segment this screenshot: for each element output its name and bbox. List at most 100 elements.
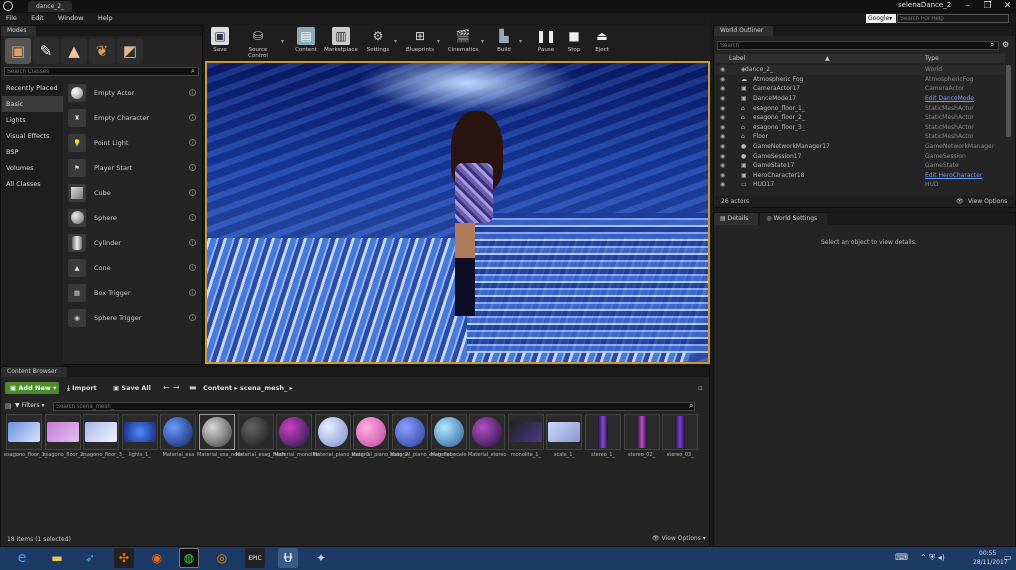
info-icon[interactable]: i: [189, 214, 196, 221]
outliner-row[interactable]: ◉ ⌂ esagono_floor_1_ StaticMeshActor: [715, 103, 1005, 113]
asset-thumbnail[interactable]: [430, 414, 467, 450]
label-column-header[interactable]: Label: [729, 54, 745, 63]
epic-launcher-icon[interactable]: EPIC: [245, 548, 265, 568]
category-all-classes[interactable]: All Classes: [2, 176, 63, 192]
info-icon[interactable]: i: [189, 289, 196, 296]
class-empty-actor[interactable]: Empty Actor i: [64, 80, 202, 105]
asset-thumbnail[interactable]: [199, 414, 235, 450]
info-icon[interactable]: i: [189, 239, 196, 246]
asset-thumbnail[interactable]: [585, 414, 621, 450]
forward-arrow-icon[interactable]: →: [173, 382, 180, 394]
category-basic[interactable]: Basic: [2, 96, 63, 112]
category-recently-placed[interactable]: Recently Placed: [2, 80, 63, 96]
asset-thumbnail[interactable]: [44, 414, 81, 450]
visibility-eye-icon[interactable]: ◉: [720, 95, 728, 102]
class-point-light[interactable]: 💡 Point Light i: [64, 130, 202, 155]
save-all-button[interactable]: ▣ Save All: [113, 382, 151, 394]
world-settings-tab[interactable]: ◎ World Settings: [760, 213, 828, 225]
app-cat-icon[interactable]: ✦: [311, 548, 331, 568]
tray-icons[interactable]: ⌃ ⛨ ◂): [920, 553, 945, 563]
marketplace-button[interactable]: ▥ Marketplace: [324, 27, 358, 57]
info-icon[interactable]: i: [189, 89, 196, 96]
info-icon[interactable]: i: [189, 314, 196, 321]
add-new-button[interactable]: ▣ Add New ▾: [5, 382, 59, 394]
geometry-mode-icon[interactable]: ◩: [117, 38, 143, 64]
search-provider-dropdown[interactable]: Google▾: [866, 14, 896, 23]
outliner-row[interactable]: ◉ ◈ dance_2_ World: [715, 65, 1005, 75]
category-visual-effects[interactable]: Visual Effects: [2, 128, 63, 144]
actor-type[interactable]: Edit HeroCharacter: [925, 172, 982, 179]
outliner-scrollbar[interactable]: [1006, 65, 1011, 137]
eject-button[interactable]: ⏏ Eject: [588, 27, 616, 57]
asset-thumbnail[interactable]: [392, 414, 428, 450]
modes-tab[interactable]: Modes: [1, 26, 37, 36]
firefox-icon[interactable]: ◉: [147, 548, 167, 568]
viewport[interactable]: [205, 61, 710, 364]
lock-icon[interactable]: ▫: [698, 384, 703, 392]
tray-keyboard-icon[interactable]: ⌨: [895, 553, 908, 563]
back-arrow-icon[interactable]: ←: [163, 382, 170, 394]
outliner-search-input[interactable]: [717, 41, 999, 50]
actor-type[interactable]: Edit DanceMode: [925, 95, 974, 102]
unreal-editor-icon[interactable]: Ʉ: [278, 548, 298, 568]
content-search-input[interactable]: [53, 402, 695, 411]
outliner-row[interactable]: ◉ ⌂ esagono_floor_3_ StaticMeshActor: [715, 123, 1005, 133]
content-browser-tab[interactable]: Content Browser: [1, 367, 68, 377]
visibility-eye-icon[interactable]: ◉: [720, 153, 728, 160]
asset-thumbnail[interactable]: [662, 414, 699, 450]
pause-button[interactable]: ❚❚ Pause: [532, 27, 560, 57]
asset-thumbnail[interactable]: [121, 414, 158, 450]
build-button[interactable]: ▙ Build: [490, 27, 518, 57]
outliner-row[interactable]: ◉ ⌂ esagono_floor_2_ StaticMeshActor: [715, 113, 1005, 123]
info-icon[interactable]: i: [189, 189, 196, 196]
class-player-start[interactable]: ⚑ Player Start i: [64, 155, 202, 180]
menu-edit[interactable]: Edit: [31, 14, 44, 22]
info-icon[interactable]: i: [189, 264, 196, 271]
menu-help[interactable]: Help: [98, 14, 113, 22]
app-grid-icon[interactable]: ✣: [114, 548, 134, 568]
blueprints-button[interactable]: ⊞ Blueprints: [404, 27, 436, 57]
outliner-view-options[interactable]: View Options: [968, 196, 1007, 207]
info-icon[interactable]: i: [189, 139, 196, 146]
app-photo-icon[interactable]: ◍: [179, 548, 199, 568]
landscape-mode-icon[interactable]: ▲: [61, 38, 87, 64]
foliage-mode-icon[interactable]: ❦: [89, 38, 115, 64]
breadcrumb-content[interactable]: Content: [203, 384, 232, 392]
class-cube[interactable]: Cube i: [64, 180, 202, 205]
asset-thumbnail[interactable]: [314, 414, 351, 450]
asset-thumbnail[interactable]: [353, 414, 390, 450]
info-icon[interactable]: i: [189, 114, 196, 121]
world-outliner-tab[interactable]: World Outliner: [714, 26, 774, 36]
outliner-row[interactable]: ◉ ● GameNetworkManager17 GameNetworkManager: [715, 142, 1005, 152]
level-tab[interactable]: dance_2_: [28, 1, 73, 12]
edge-icon[interactable]: e: [12, 548, 32, 568]
search-help-input[interactable]: [897, 14, 1009, 23]
close-button[interactable]: ✕: [1001, 0, 1014, 12]
settings-button[interactable]: ⚙ Settings: [364, 27, 392, 57]
filters-button[interactable]: ▼ Filters ▾: [15, 401, 44, 411]
asset-thumbnail[interactable]: [276, 414, 313, 450]
breadcrumb-scena-mesh[interactable]: scena_mesh_: [240, 384, 287, 392]
category-bsp[interactable]: BSP: [2, 144, 63, 160]
class-sphere-trigger[interactable]: ◉ Sphere Trigger i: [64, 305, 202, 330]
visibility-eye-icon[interactable]: ◉: [720, 105, 728, 112]
details-tab[interactable]: ▤ Details: [714, 213, 759, 225]
blender-icon[interactable]: ◎: [212, 548, 232, 568]
paint-mode-icon[interactable]: ✎: [33, 38, 59, 64]
asset-thumbnail[interactable]: [623, 414, 660, 450]
category-lights[interactable]: Lights: [2, 112, 63, 128]
asset-thumbnail[interactable]: [83, 414, 120, 450]
visibility-eye-icon[interactable]: ◉: [720, 114, 728, 121]
outliner-row[interactable]: ◉ ▣ HeroCharacter18 Edit HeroCharacter: [715, 171, 1005, 181]
app-icon[interactable]: ➶: [80, 548, 100, 568]
category-volumes[interactable]: Volumes: [2, 160, 63, 176]
import-button[interactable]: ⤓ Import: [67, 382, 97, 394]
restore-button[interactable]: ❐: [981, 0, 994, 12]
clock-time[interactable]: 00:55: [979, 550, 996, 557]
class-cone[interactable]: ▲ Cone i: [64, 255, 202, 280]
visibility-eye-icon[interactable]: ◉: [720, 143, 728, 150]
place-mode-icon[interactable]: ▣: [5, 38, 31, 64]
cinematics-button[interactable]: 🎬 Cinematics: [446, 27, 480, 57]
visibility-eye-icon[interactable]: ◉: [720, 85, 728, 92]
content-view-options[interactable]: 👁 View Options ▾: [652, 535, 706, 542]
